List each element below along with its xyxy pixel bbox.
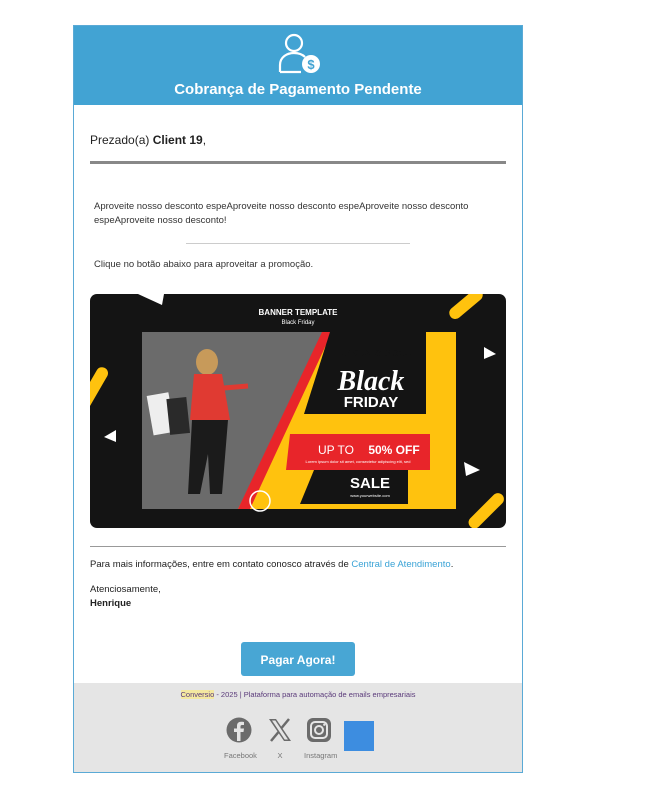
facebook-link[interactable]: Facebook (224, 717, 257, 760)
model-head (196, 349, 218, 375)
greeting-suffix: , (202, 133, 207, 147)
banner-lorem-text: Lorem ipsum dolor sit amet, consectetur … (306, 459, 411, 464)
footer-text: - 2025 | Plataforma para automação de em… (214, 690, 416, 699)
email-header: $ Cobrança de Pagamento Pendente (74, 26, 522, 105)
instruction-text: Clique no botão abaixo para aproveitar a… (94, 259, 314, 270)
facebook-label: Facebook (224, 751, 257, 760)
greeting-prefix: Prezado(a) (90, 133, 150, 147)
banner-triangle-shape (484, 347, 496, 359)
svg-text:$: $ (307, 57, 315, 72)
banner-triangle-shape (104, 430, 116, 442)
greeting: Prezado(a) Client 19, (90, 133, 206, 147)
instagram-link[interactable]: Instagram (304, 717, 338, 760)
instagram-icon (307, 718, 331, 742)
x-link[interactable]: X (265, 717, 295, 760)
contact-line: Para mais informações, entre em contato … (90, 559, 453, 570)
footer-credit: Conversio - 2025 | Plataforma para autom… (74, 690, 522, 699)
banner-stripe-shape (449, 294, 483, 319)
support-link[interactable]: Central de Atendimento (351, 559, 450, 570)
email-footer: Conversio - 2025 | Plataforma para autom… (74, 683, 522, 772)
friday-text: FRIDAY (344, 394, 398, 411)
user-dollar-icon: $ (278, 33, 320, 74)
discount-text: 50% OFF (368, 443, 419, 457)
facebook-icon (226, 717, 252, 743)
contact-text: Para mais informações, entre em contato … (90, 559, 349, 570)
email-card: $ Cobrança de Pagamento Pendente Prezado… (73, 25, 523, 773)
client-name: Client 19 (152, 133, 203, 147)
banner-template-title: BANNER TEMPLATE (259, 308, 339, 317)
banner-template-sub: Black Friday (281, 320, 314, 326)
sender-name: Henrique (90, 598, 132, 609)
banner-triangle-shape (138, 294, 164, 305)
model-arm (223, 383, 249, 391)
end-of-season-text: END OF SEASON (341, 348, 412, 358)
contact-end: . (450, 559, 454, 570)
black-friday-banner[interactable]: BANNER TEMPLATE Black Friday END OF SEAS… (90, 294, 506, 528)
page-title: Cobrança de Pagamento Pendente (174, 81, 422, 98)
x-icon (269, 718, 291, 742)
sale-text: SALE (350, 475, 390, 492)
shopping-bag (166, 397, 191, 435)
banner-triangle-shape (464, 462, 480, 476)
instagram-label: Instagram (304, 751, 338, 760)
signoff: Atenciosamente, Henrique (90, 583, 161, 611)
footer-brand: Conversio (180, 690, 215, 699)
x-label: X (277, 751, 283, 760)
promo-paragraph: Aproveite nosso desconto espeAproveite n… (94, 201, 469, 226)
footer-thumbnail-image (344, 721, 374, 751)
divider (90, 161, 506, 164)
divider (186, 243, 410, 244)
divider (90, 546, 506, 547)
black-text: Black (337, 366, 405, 397)
up-to-text: UP TO (318, 443, 354, 457)
banner-graphic: BANNER TEMPLATE Black Friday END OF SEAS… (90, 294, 504, 528)
website-text: www.yourwebsite.com (350, 493, 390, 498)
banner-stripe-shape (468, 493, 504, 528)
pay-now-button[interactable]: Pagar Agora! (241, 642, 355, 676)
banner-stripe-shape (90, 367, 108, 417)
regards-text: Atenciosamente, (90, 584, 161, 595)
